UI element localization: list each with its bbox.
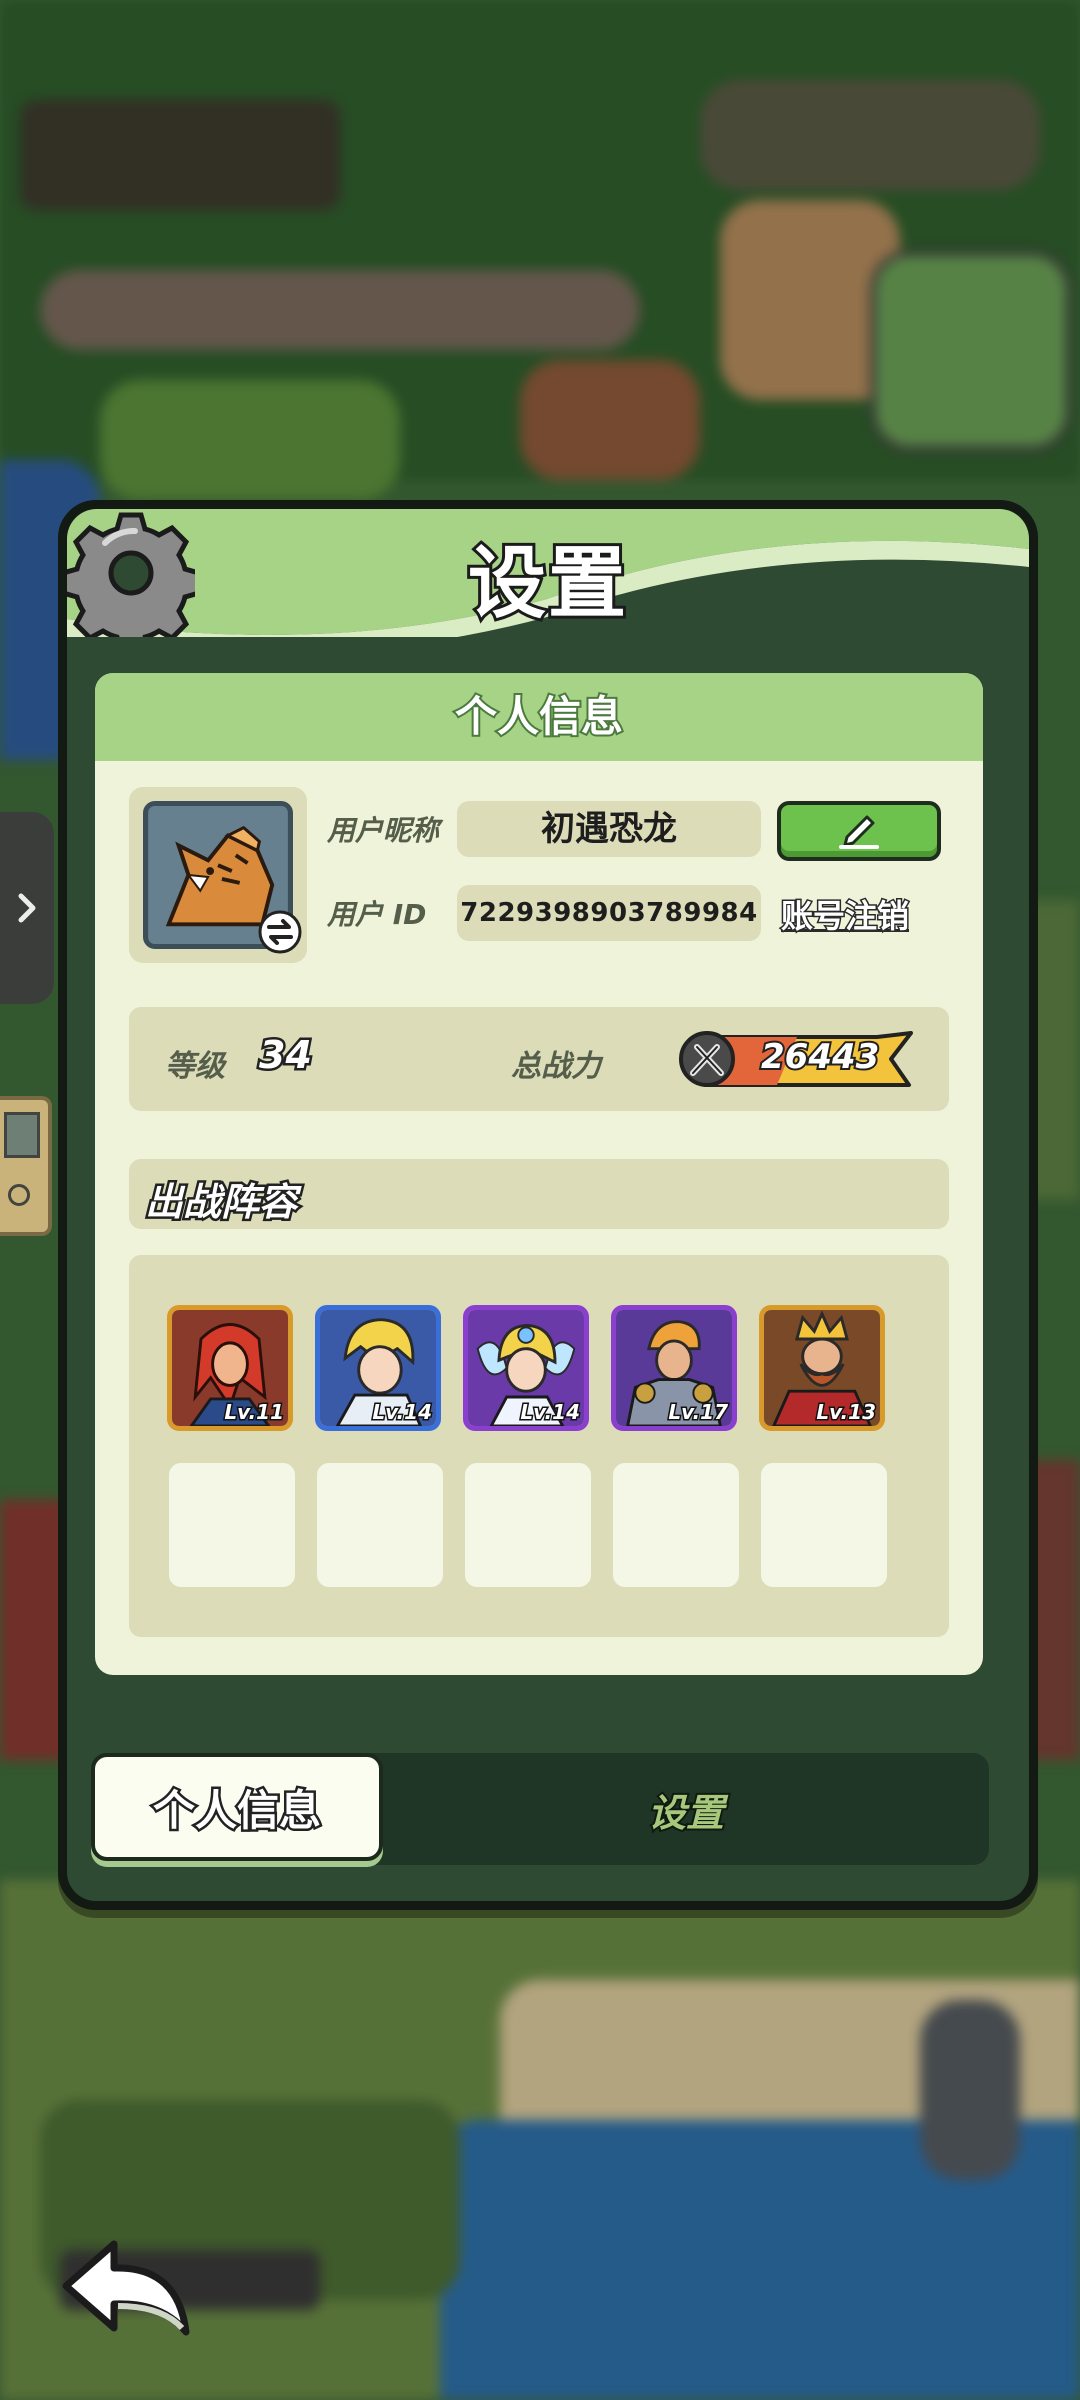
tab-profile[interactable]: 个人信息	[91, 1753, 383, 1861]
profile-section-title: 个人信息	[95, 673, 983, 761]
lineup-grid: Lv.11 Lv.14 Lv.14 Lv.17 Lv.13	[129, 1255, 949, 1637]
empty-hero-slot[interactable]	[761, 1463, 887, 1587]
hero-level: Lv.13	[815, 1399, 878, 1426]
hero-card-4[interactable]: Lv.17	[611, 1305, 737, 1431]
pencil-icon	[839, 815, 879, 849]
hero-card-1[interactable]: Lv.11	[167, 1305, 293, 1431]
chevron-right-icon	[18, 893, 36, 923]
side-drawer-toggle[interactable]	[0, 812, 54, 1004]
empty-hero-slot[interactable]	[169, 1463, 295, 1587]
hero-level: Lv.14	[371, 1399, 434, 1426]
lineup-title: 出战阵容	[142, 1178, 299, 1227]
hero-card-3[interactable]: Lv.14	[463, 1305, 589, 1431]
empty-hero-slot[interactable]	[317, 1463, 443, 1587]
level-value: 34	[257, 1031, 315, 1080]
hero-card-2[interactable]: Lv.14	[315, 1305, 441, 1431]
hero-level: Lv.11	[223, 1399, 286, 1426]
empty-hero-slot[interactable]	[465, 1463, 591, 1587]
level-label: 等级	[165, 1049, 225, 1084]
panel-header: 设置	[67, 509, 1029, 637]
profile-card: 个人信息 用户昵称 初遇恐龙 用户 ID 7229398903789984 账号…	[95, 673, 983, 1675]
power-value: 26443	[759, 1035, 881, 1079]
swap-icon[interactable]	[257, 909, 303, 955]
device-icon[interactable]	[0, 1096, 52, 1236]
nickname-value: 初遇恐龙	[457, 801, 761, 857]
panel-title: 设置	[465, 536, 629, 632]
hero-level: Lv.14	[519, 1399, 582, 1426]
settings-panel: 设置 个人信息 用户昵称 初遇恐龙 用户 ID 7229398903789984…	[58, 500, 1038, 1910]
hero-level: Lv.17	[667, 1399, 730, 1426]
user-id-label: 用户 ID	[327, 898, 427, 931]
empty-hero-slot[interactable]	[613, 1463, 739, 1587]
lineup-header: 出战阵容	[129, 1159, 949, 1229]
avatar-frame[interactable]	[129, 787, 307, 963]
nickname-label: 用户昵称	[327, 814, 440, 847]
stats-row: 等级 34 总战力 26443	[129, 1007, 949, 1111]
cancel-account-link[interactable]: 账号注销	[779, 891, 910, 937]
power-label: 总战力	[511, 1049, 601, 1084]
edit-nickname-button[interactable]	[777, 801, 941, 861]
hero-card-5[interactable]: Lv.13	[759, 1305, 885, 1431]
tab-settings[interactable]: 设置	[383, 1753, 989, 1865]
back-arrow-icon[interactable]	[58, 2236, 194, 2346]
panel-tabs: 个人信息 设置	[91, 1753, 989, 1865]
user-id-value: 7229398903789984	[457, 885, 761, 941]
